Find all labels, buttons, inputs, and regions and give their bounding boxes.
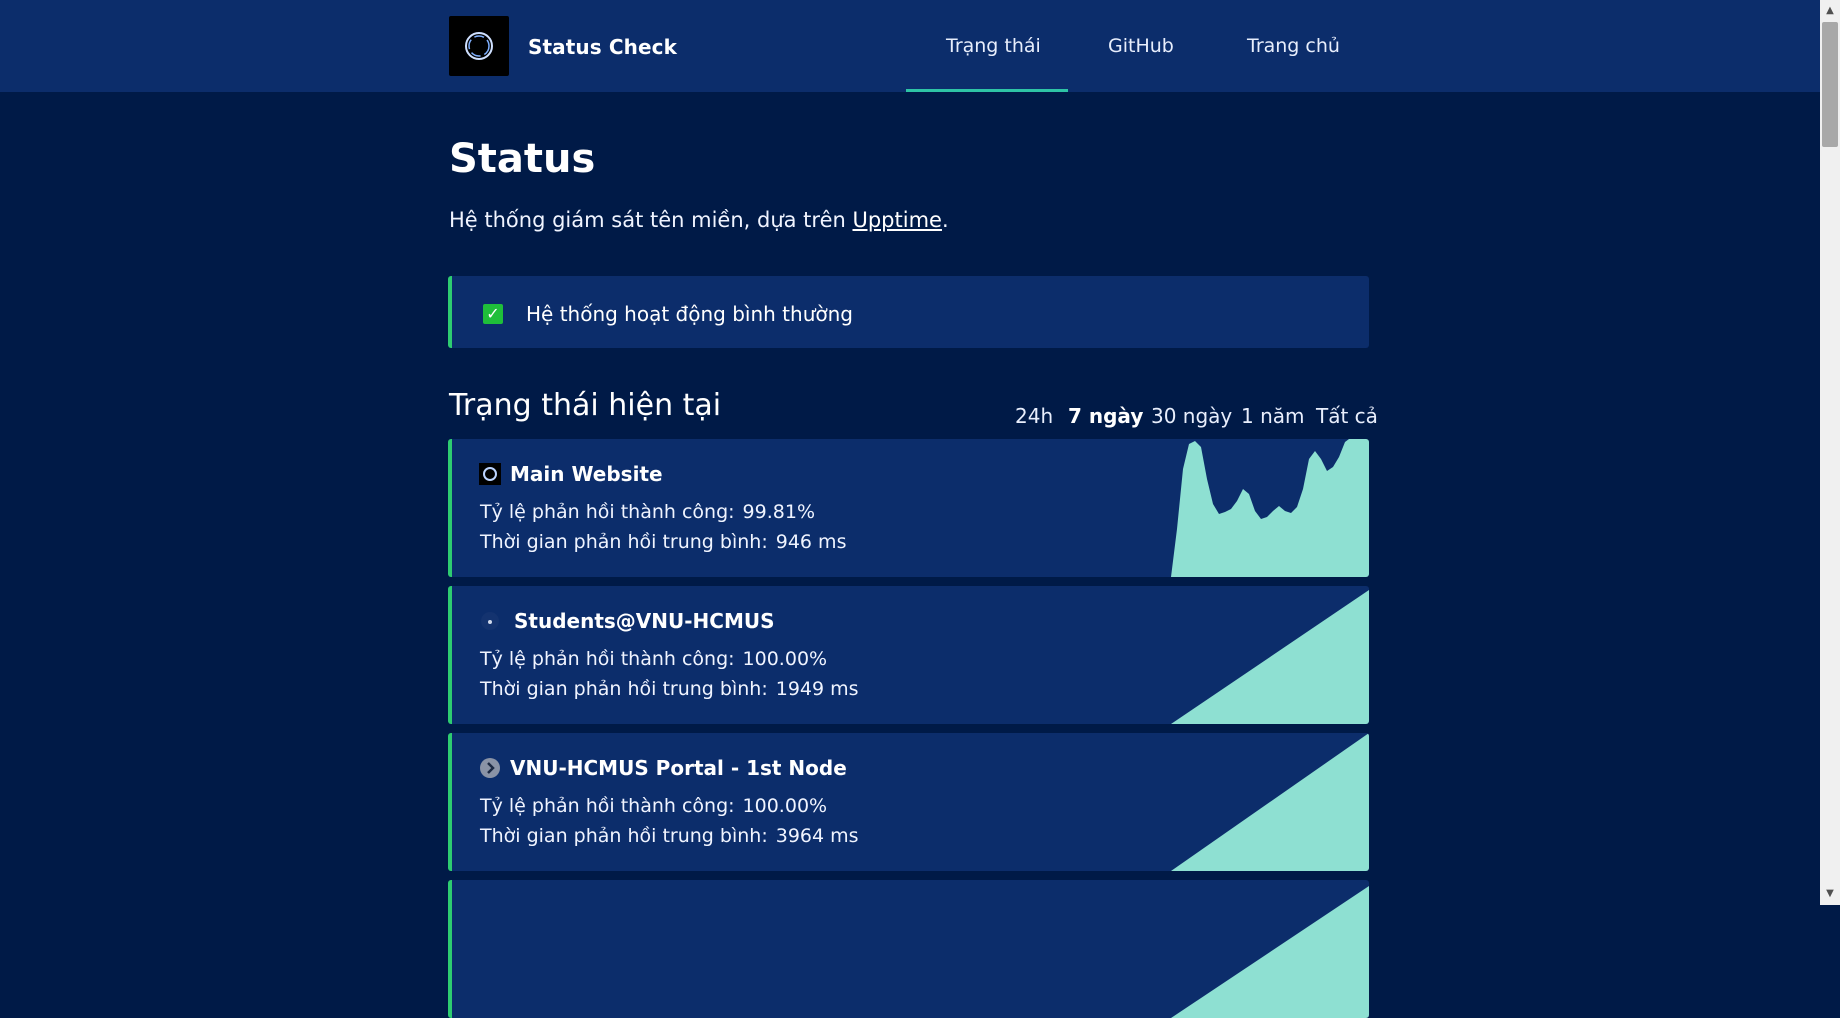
site-card-students-vnu-hcmus[interactable]: Students@VNU-HCMUS Tỷ lệ phản hồi thành … [448, 586, 1369, 724]
intro-prefix: Hệ thống giám sát tên miền, dựa trên [449, 208, 853, 232]
brand-name[interactable]: Status Check [528, 35, 677, 59]
response-time-line: Thời gian phản hồi trung bình: 946 ms [480, 531, 846, 553]
range-30-days[interactable]: 30 ngày [1151, 404, 1232, 428]
response-time-sparkline [1171, 733, 1369, 871]
uptime-value: 99.81% [742, 501, 815, 523]
response-time-label: Thời gian phản hồi trung bình: [480, 531, 768, 553]
check-mark-icon: ✓ [483, 304, 503, 324]
range-all[interactable]: Tất cả [1316, 404, 1378, 428]
upptime-link[interactable]: Upptime [852, 208, 941, 232]
scroll-down-arrow-icon[interactable]: ▼ [1820, 885, 1840, 903]
nav-github[interactable]: GitHub [1108, 35, 1174, 57]
site-card-partial[interactable] [448, 880, 1369, 1018]
response-time-sparkline [1171, 886, 1369, 1018]
current-status-heading: Trạng thái hiện tại [449, 388, 722, 423]
response-time-value: 946 ms [775, 531, 847, 553]
uptime-value: 100.00% [742, 648, 828, 670]
response-time-value: 3964 ms [775, 825, 859, 847]
site-name[interactable]: Students@VNU-HCMUS [514, 609, 775, 633]
uptime-line: Tỷ lệ phản hồi thành công: 100.00% [480, 648, 827, 670]
nav-status[interactable]: Trạng thái [946, 35, 1041, 57]
chevron-circle-icon [479, 757, 501, 779]
ring-logo-icon [465, 32, 493, 60]
uptime-label: Tỷ lệ phản hồi thành công: [480, 795, 735, 817]
uptime-line: Tỷ lệ phản hồi thành công: 100.00% [480, 795, 827, 817]
page-title: Status [449, 136, 596, 182]
scroll-up-arrow-icon[interactable]: ▲ [1820, 2, 1840, 20]
site-logo[interactable] [449, 16, 509, 76]
response-time-sparkline [1171, 590, 1369, 724]
response-time-line: Thời gian phản hồi trung bình: 1949 ms [480, 678, 859, 700]
response-time-line: Thời gian phản hồi trung bình: 3964 ms [480, 825, 859, 847]
system-status-banner: ✓ Hệ thống hoạt động bình thường [448, 276, 1369, 348]
intro-suffix: . [941, 208, 949, 232]
nav-home[interactable]: Trang chủ [1247, 35, 1340, 57]
ring-logo-icon [479, 463, 501, 485]
site-name[interactable]: Main Website [510, 462, 663, 486]
active-nav-indicator [906, 89, 1068, 92]
scrollbar-thumb[interactable] [1822, 22, 1838, 147]
response-time-value: 1949 ms [775, 678, 859, 700]
uptime-line: Tỷ lệ phản hồi thành công: 99.81% [480, 501, 815, 523]
intro-text: Hệ thống giám sát tên miền, dựa trên Upp… [449, 208, 949, 232]
range-7-days[interactable]: 7 ngày [1068, 404, 1143, 428]
system-status-text: Hệ thống hoạt động bình thường [526, 302, 853, 326]
top-navigation-bar: Status Check Trạng thái GitHub Trang chủ [0, 0, 1820, 92]
uptime-label: Tỷ lệ phản hồi thành công: [480, 501, 735, 523]
site-card-vnu-hcmus-portal-1st-node[interactable]: VNU-HCMUS Portal - 1st Node Tỷ lệ phản h… [448, 733, 1369, 871]
uptime-label: Tỷ lệ phản hồi thành công: [480, 648, 735, 670]
site-card-main-website[interactable]: Main Website Tỷ lệ phản hồi thành công: 9… [448, 439, 1369, 577]
site-name[interactable]: VNU-HCMUS Portal - 1st Node [510, 756, 847, 780]
response-time-label: Thời gian phản hồi trung bình: [480, 678, 768, 700]
tiny-favicon-icon [479, 610, 501, 632]
response-time-label: Thời gian phản hồi trung bình: [480, 825, 768, 847]
uptime-value: 100.00% [742, 795, 828, 817]
range-24h[interactable]: 24h [1015, 404, 1053, 428]
response-time-sparkline [1171, 439, 1369, 577]
range-1-year[interactable]: 1 năm [1241, 404, 1305, 428]
